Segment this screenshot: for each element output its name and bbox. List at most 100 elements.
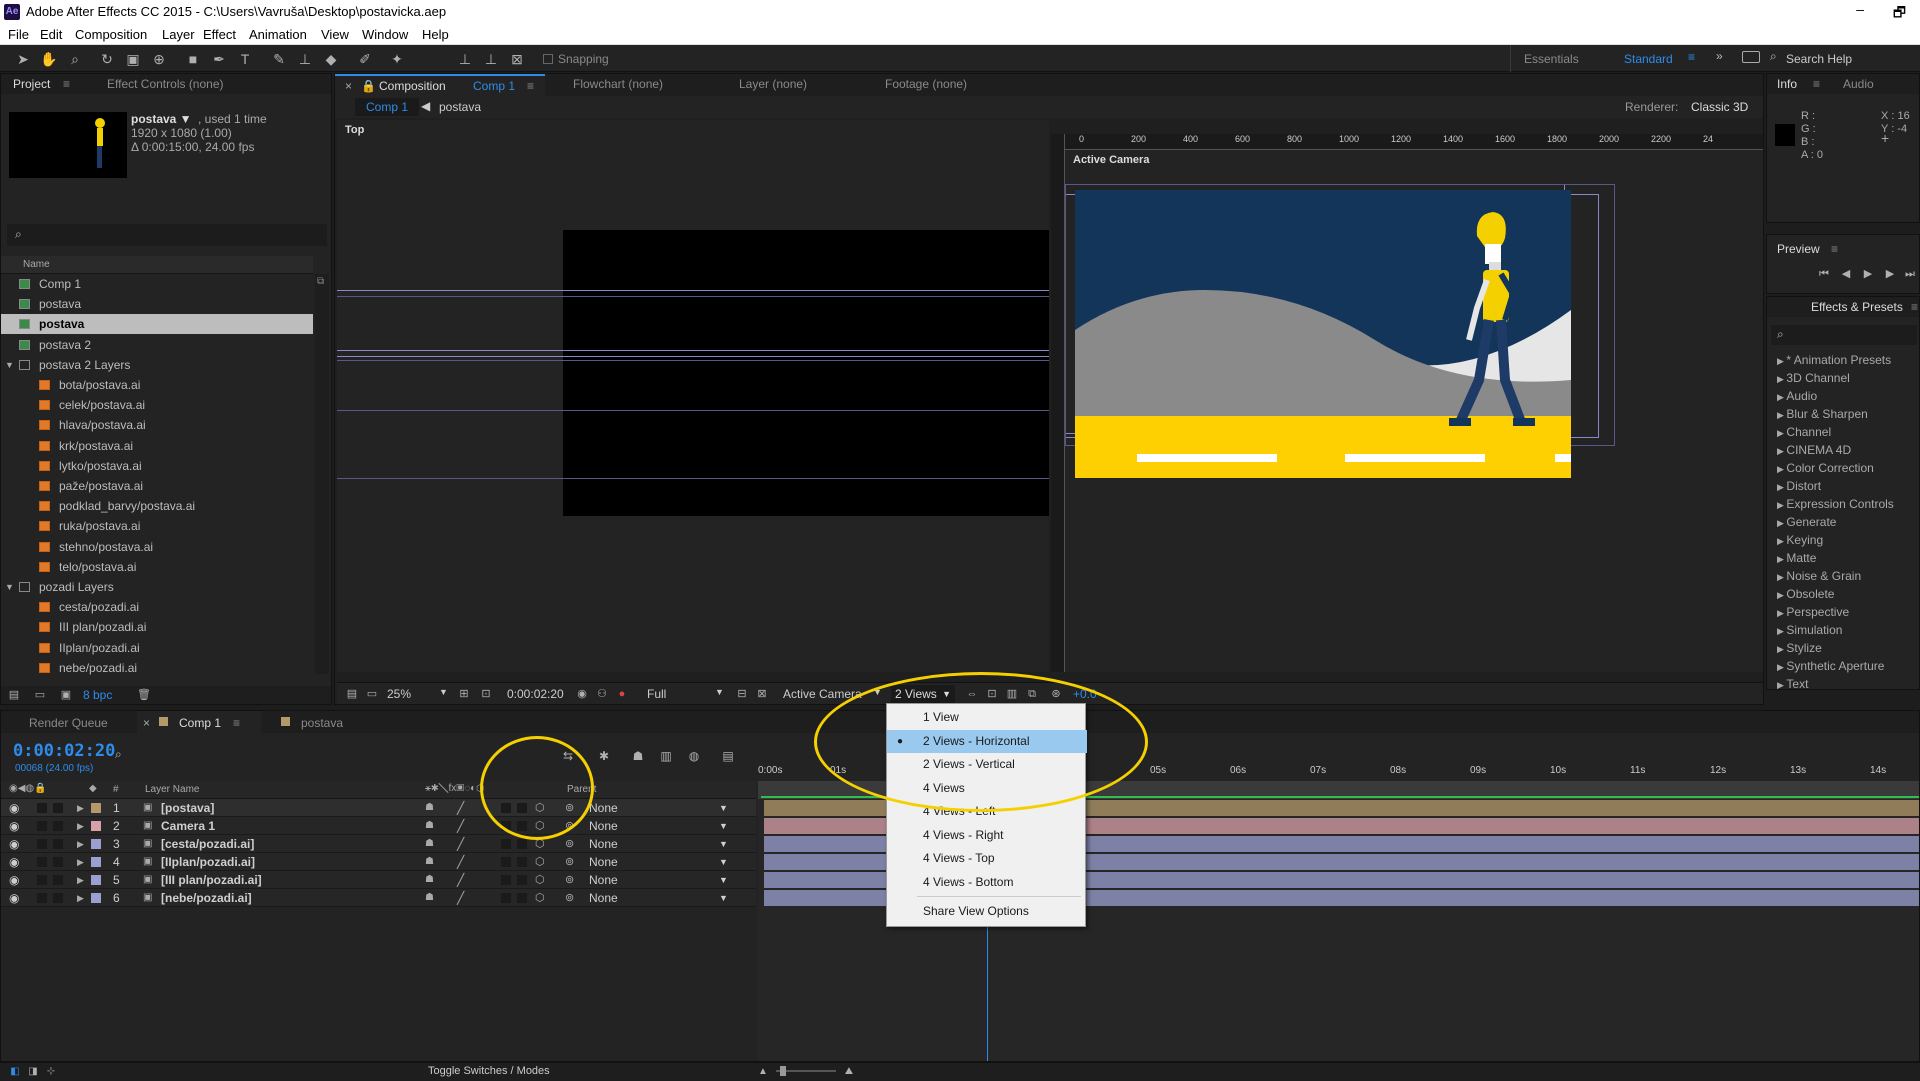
switches-icons[interactable]: ⚹✱╲fx▣◌◐⬡ [425,783,484,794]
project-item[interactable]: krk/postava.ai [1,436,313,456]
breadcrumb-postava[interactable]: postava [439,100,481,114]
project-scrollbar[interactable]: ⧉ [315,274,329,674]
puppet-tool-icon[interactable]: ✦ [388,50,406,68]
close-tab-icon[interactable]: × [143,713,150,733]
lock-icon[interactable]: 🔒 [361,76,376,96]
zoom-dropdown-arrow-icon[interactable]: ▼ [439,687,448,697]
zoom-tool-icon[interactable]: ⌕ [66,50,84,68]
effects-category[interactable]: ▶ Color Correction [1777,459,1874,477]
next-frame-icon[interactable]: ▶ [1881,265,1899,283]
active-camera-viewport[interactable]: Active Camera [1065,150,1763,672]
zoom-dropdown[interactable]: 25% [387,687,411,701]
camera-tool-icon[interactable]: ▣ [124,50,142,68]
effects-category[interactable]: ▶ Obsolete [1777,585,1834,603]
project-item[interactable]: nebe/pozadi.ai [1,658,313,678]
trash-icon[interactable]: 🗑 [135,686,153,704]
workspace-standard[interactable]: Standard [1624,52,1673,66]
project-item[interactable]: lytko/postava.ai [1,456,313,476]
channel-icon[interactable]: ● [613,685,631,703]
timeline-zoom-handle[interactable] [780,1066,786,1076]
project-item[interactable]: paže/postava.ai [1,476,313,496]
always-preview-icon[interactable]: ▤ [343,685,361,703]
interpret-footage-icon[interactable]: ▤ [5,686,23,704]
project-item[interactable]: postava [1,314,313,335]
preview-name[interactable]: postava ▼ [131,112,192,126]
local-axis-icon[interactable]: ⊥ [456,50,474,68]
effects-category[interactable]: ▶ Expression Controls [1777,495,1894,513]
viewer-timecode[interactable]: 0:00:02:20 [507,687,564,701]
close-tab-icon[interactable]: × [345,76,352,96]
project-item[interactable]: telo/postava.ai [1,557,313,577]
world-axis-icon[interactable]: ⊥ [482,50,500,68]
effects-category[interactable]: ▶ Channel [1777,423,1831,441]
type-tool-icon[interactable]: T [236,50,254,68]
tab-effect-controls[interactable]: Effect Controls (none) [107,74,224,94]
av-features-icon[interactable]: ◉◀◍🔒 [9,783,47,794]
project-item[interactable]: podklad_barvy/postava.ai [1,496,313,516]
menu-help[interactable]: Help [422,27,449,42]
column-layer-name[interactable]: Layer Name [145,784,199,795]
grid-icon[interactable]: ⊠ [753,685,771,703]
effects-category[interactable]: ▶ Noise & Grain [1777,567,1861,585]
show-snapshot-icon[interactable]: ⚇ [593,685,611,703]
workspace-menu-icon[interactable]: ≡ [1688,50,1695,64]
selection-tool-icon[interactable]: ➤ [14,50,32,68]
transparency-grid-icon[interactable]: ⊡ [477,685,495,703]
effects-menu-icon[interactable]: ≡ [1911,297,1918,317]
bpc-button[interactable]: 8 bpc [83,688,112,702]
last-frame-icon[interactable]: ⏭ [1901,265,1919,283]
project-search-input[interactable]: ⌕ [7,224,327,246]
menu-layer[interactable]: Layer [162,27,195,42]
project-item[interactable]: ▼ pozadi Layers [1,577,313,597]
motion-blur-icon[interactable]: ◍ [685,747,703,765]
top-view-viewport[interactable]: Top [337,120,1049,672]
tab-postava-timeline[interactable]: postava [301,713,343,733]
roto-brush-tool-icon[interactable]: ✐ [356,50,374,68]
menu-edit[interactable]: Edit [40,27,62,42]
draft-3d-icon[interactable]: ✱ [595,747,613,765]
project-item[interactable]: bota/postava.ai [1,375,313,395]
effects-category[interactable]: ▶ * Animation Presets [1777,351,1891,369]
transfer-controls-icon[interactable]: ◨ [24,1063,42,1081]
more-workspaces-icon[interactable]: » [1716,49,1723,63]
renderer-value[interactable]: Classic 3D [1691,100,1748,114]
breadcrumb-comp1[interactable]: Comp 1 [355,98,419,116]
menu-item-view-option[interactable]: 4 Views - Top [887,847,1087,870]
menu-file[interactable]: File [8,27,29,42]
clone-stamp-tool-icon[interactable]: ⊥ [296,50,314,68]
effects-title[interactable]: Effects & Presets [1811,297,1903,317]
graph-editor-icon[interactable]: ▤ [719,747,737,765]
restore-icon[interactable]: 🗗 [1893,2,1906,26]
new-comp-icon[interactable]: ▣ [57,686,75,704]
project-item[interactable]: postava [1,294,313,314]
menu-effect[interactable]: Effect [203,27,236,42]
effects-category[interactable]: ▶ Generate [1777,513,1836,531]
timeline-menu-icon[interactable]: ≡ [233,713,240,733]
composition-menu-icon[interactable]: ≡ [527,76,534,96]
effects-category[interactable]: ▶ CINEMA 4D [1777,441,1851,459]
pan-behind-tool-icon[interactable]: ⊕ [150,50,168,68]
tab-comp1-timeline[interactable]: × Comp 1 ≡ [137,711,261,733]
menu-item-view-option[interactable]: 4 Views - Bottom [887,871,1087,894]
menu-animation[interactable]: Animation [249,27,307,42]
tab-layer[interactable]: Layer (none) [739,74,807,94]
effects-category[interactable]: ▶ Keying [1777,531,1823,549]
project-item[interactable]: Comp 1 [1,274,313,294]
column-name-header[interactable]: Name [23,259,50,270]
fit-icon[interactable]: ⊞ [455,685,473,703]
effects-category[interactable]: ▶ 3D Channel [1777,369,1850,387]
region-icon[interactable]: ▭ [363,685,381,703]
zoom-out-icon[interactable]: ▲ [754,1063,772,1081]
effects-category[interactable]: ▶ Matte [1777,549,1816,567]
project-item[interactable]: celek/postava.ai [1,395,313,415]
tab-flowchart[interactable]: Flowchart (none) [573,74,663,94]
shy-layers-icon[interactable]: ☗ [629,747,647,765]
tab-info[interactable]: Info [1777,74,1797,94]
play-icon[interactable]: ▶ [1859,265,1877,283]
effects-category[interactable]: ▶ Synthetic Aperture [1777,657,1884,675]
project-menu-icon[interactable]: ≡ [63,74,70,94]
eraser-tool-icon[interactable]: ◆ [322,50,340,68]
menu-view[interactable]: View [321,27,349,42]
layer-switches-icon[interactable]: ◧ [6,1063,24,1081]
resolution-dropdown-arrow-icon[interactable]: ▼ [715,687,724,697]
